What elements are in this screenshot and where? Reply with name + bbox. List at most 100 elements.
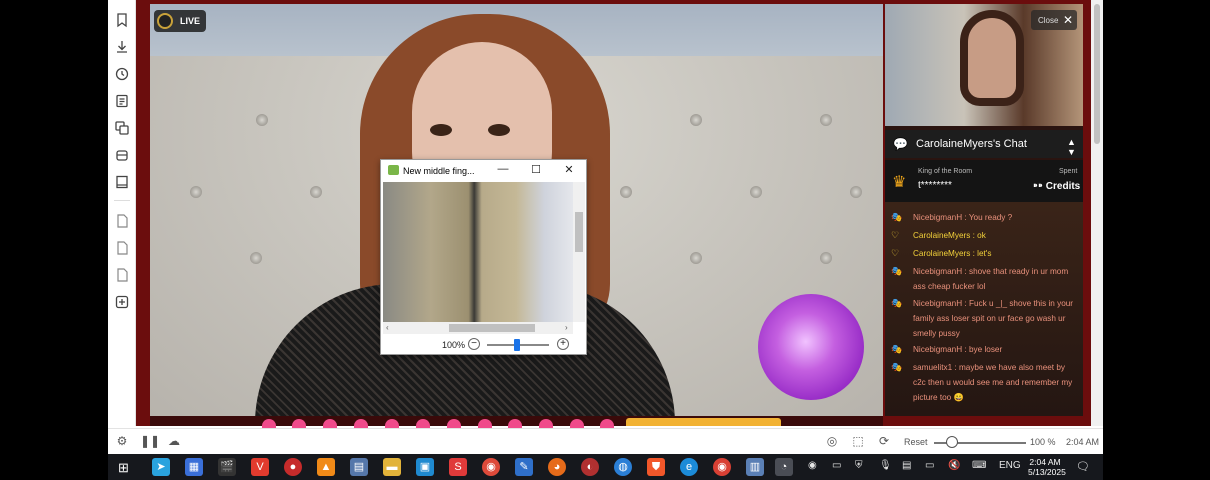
headboard-stud: [850, 186, 862, 198]
windows-start-icon[interactable]: ⊞: [118, 460, 129, 476]
close-icon[interactable]: ✕: [562, 163, 576, 177]
microphone-icon[interactable]: 🎙: [879, 460, 892, 471]
headboard-stud: [190, 186, 202, 198]
telegram-icon[interactable]: ➤: [152, 458, 170, 476]
spent-label: Spent: [1059, 168, 1078, 175]
chrome-icon[interactable]: ◉: [482, 458, 500, 476]
mask-icon: 🎭: [891, 362, 903, 372]
vertical-scrollbar[interactable]: [573, 182, 585, 322]
notes-icon[interactable]: [114, 93, 130, 109]
history-icon[interactable]: [114, 66, 130, 82]
close-preview-button[interactable]: Close ✕: [1031, 10, 1077, 30]
chat-message-text: NicebigmanH : You ready ?: [913, 213, 1013, 222]
scroll-thumb[interactable]: [575, 212, 583, 252]
taskbar-clock[interactable]: 2:04 AM 5/13/2025: [1028, 457, 1066, 477]
chat-message-text: NicebigmanH : shove that ready in ur mom…: [913, 267, 1069, 291]
app-icon[interactable]: ▥: [746, 458, 764, 476]
volume-muted-icon[interactable]: 🔇: [948, 460, 960, 471]
zoom-in-icon[interactable]: +: [557, 338, 569, 350]
shield-icon[interactable]: ⛨: [855, 460, 863, 471]
zoom-out-icon[interactable]: −: [468, 338, 480, 350]
record-icon[interactable]: ◉: [808, 460, 817, 471]
credits-text: Credits: [1045, 181, 1081, 192]
maximize-icon[interactable]: ☐: [529, 163, 543, 177]
chrome-icon[interactable]: ◉: [713, 458, 731, 476]
app-icon[interactable]: ◍: [614, 458, 632, 476]
chat-message: 🎭 samuelitx1 : maybe we have also meet b…: [891, 360, 1077, 402]
mask-icon: 🎭: [891, 344, 903, 354]
viewer-titlebar[interactable]: New middle fing... — ☐ ✕: [381, 160, 586, 182]
sort-toggle-icon[interactable]: ▲ ▼: [1067, 137, 1076, 157]
scroll-thumb[interactable]: [1094, 4, 1100, 144]
chat-title: CarolaineMyers's Chat: [916, 138, 1027, 150]
image-viewer-window[interactable]: New middle fing... — ☐ ✕ ‹ › 100% − +: [380, 159, 587, 355]
media-editor-icon[interactable]: 🎬: [218, 458, 236, 476]
web-panel-icon[interactable]: [114, 267, 130, 283]
credits-label: ⁍⁍ Credits: [1033, 181, 1080, 192]
download-icon[interactable]: [114, 39, 130, 55]
keyboard-icon[interactable]: ⌨: [972, 460, 986, 471]
firefox-icon[interactable]: ◕: [548, 458, 566, 476]
cloud-sync-icon[interactable]: ☁: [166, 434, 182, 450]
browser-statusbar: ⚙ ❚❚ ☁ ◎ ⬚ ⟳ Reset 100 % 2:04 AM: [108, 428, 1103, 454]
language-indicator[interactable]: ENG: [999, 460, 1021, 471]
headboard-stud: [820, 114, 832, 126]
crown-icon: ♛: [892, 174, 907, 191]
store-icon[interactable]: ▦: [185, 458, 203, 476]
page-content: LIVE Close ✕ 💬 CarolaineMyers's Chat ▲ ▼…: [136, 0, 1091, 429]
app-icon[interactable]: ◐: [581, 458, 599, 476]
app-icon[interactable]: ✎: [515, 458, 533, 476]
mask-icon: 🎭: [891, 298, 903, 308]
headboard-stud: [620, 186, 632, 198]
page-scrollbar[interactable]: [1091, 0, 1103, 426]
chat-header[interactable]: 💬 CarolaineMyers's Chat ▲ ▼: [885, 130, 1083, 158]
scroll-thumb[interactable]: [449, 324, 535, 332]
horizontal-scrollbar[interactable]: ‹ ›: [383, 322, 573, 334]
page-actions-icon[interactable]: ⟳: [876, 434, 892, 450]
web-panel-icon[interactable]: [114, 213, 130, 229]
vivaldi-icon[interactable]: V: [251, 458, 269, 476]
web-panel-icon[interactable]: [114, 240, 130, 256]
zoom-slider-handle[interactable]: [946, 436, 958, 448]
chat-message-text: samuelitx1 : maybe we have also meet by …: [913, 363, 1073, 402]
reading-list-icon[interactable]: [114, 174, 130, 190]
app-icon[interactable]: ▣: [416, 458, 434, 476]
live-badge: LIVE: [154, 10, 206, 32]
scroll-right-icon[interactable]: ›: [565, 323, 568, 332]
translate-icon[interactable]: [114, 120, 130, 136]
minimize-icon[interactable]: —: [496, 163, 510, 177]
recorder-icon[interactable]: ●: [284, 458, 302, 476]
brave-icon[interactable]: ⛊: [647, 458, 665, 476]
sidebar-divider: [114, 200, 130, 201]
status-clock: 2:04 AM: [1066, 437, 1100, 447]
add-panel-icon[interactable]: [114, 294, 130, 310]
action-button[interactable]: [626, 418, 781, 426]
chat-messages: 🎭 NicebigmanH : You ready ? ♡ CarolaineM…: [885, 202, 1083, 416]
close-label: Close: [1038, 16, 1059, 25]
pause-icon[interactable]: ❚❚: [140, 434, 160, 450]
headboard-stud: [256, 114, 268, 126]
zoom-slider-handle[interactable]: [514, 339, 520, 351]
chat-message: 🎭 NicebigmanH : bye loser: [891, 342, 1077, 357]
mail-icon[interactable]: [114, 147, 130, 163]
preview-video[interactable]: Close ✕: [885, 4, 1083, 126]
screen: LIVE Close ✕ 💬 CarolaineMyers's Chat ▲ ▼…: [108, 0, 1103, 480]
scroll-left-icon[interactable]: ‹: [386, 323, 389, 332]
battery-icon[interactable]: ▭: [925, 460, 934, 471]
file-explorer-icon[interactable]: ▬: [383, 458, 401, 476]
taskbar-date: 5/13/2025: [1028, 467, 1066, 477]
app-icon[interactable]: ◔: [775, 458, 793, 476]
vlc-icon[interactable]: ▲: [317, 458, 335, 476]
app-icon[interactable]: S: [449, 458, 467, 476]
tablet-icon[interactable]: ▤: [902, 460, 911, 471]
notification-icon[interactable]: 🗨: [1076, 460, 1090, 473]
edge-icon[interactable]: e: [680, 458, 698, 476]
settings-icon[interactable]: ⚙: [114, 434, 130, 450]
zoom-reset-button[interactable]: Reset: [904, 437, 928, 447]
capture-icon[interactable]: ◎: [824, 434, 840, 450]
app-icon[interactable]: ▤: [350, 458, 368, 476]
monitor-icon[interactable]: ▭: [832, 460, 841, 471]
chat-message: 🎭 NicebigmanH : shove that ready in ur m…: [891, 264, 1077, 291]
bookmark-icon[interactable]: [114, 12, 130, 28]
tile-icon[interactable]: ⬚: [850, 434, 866, 450]
